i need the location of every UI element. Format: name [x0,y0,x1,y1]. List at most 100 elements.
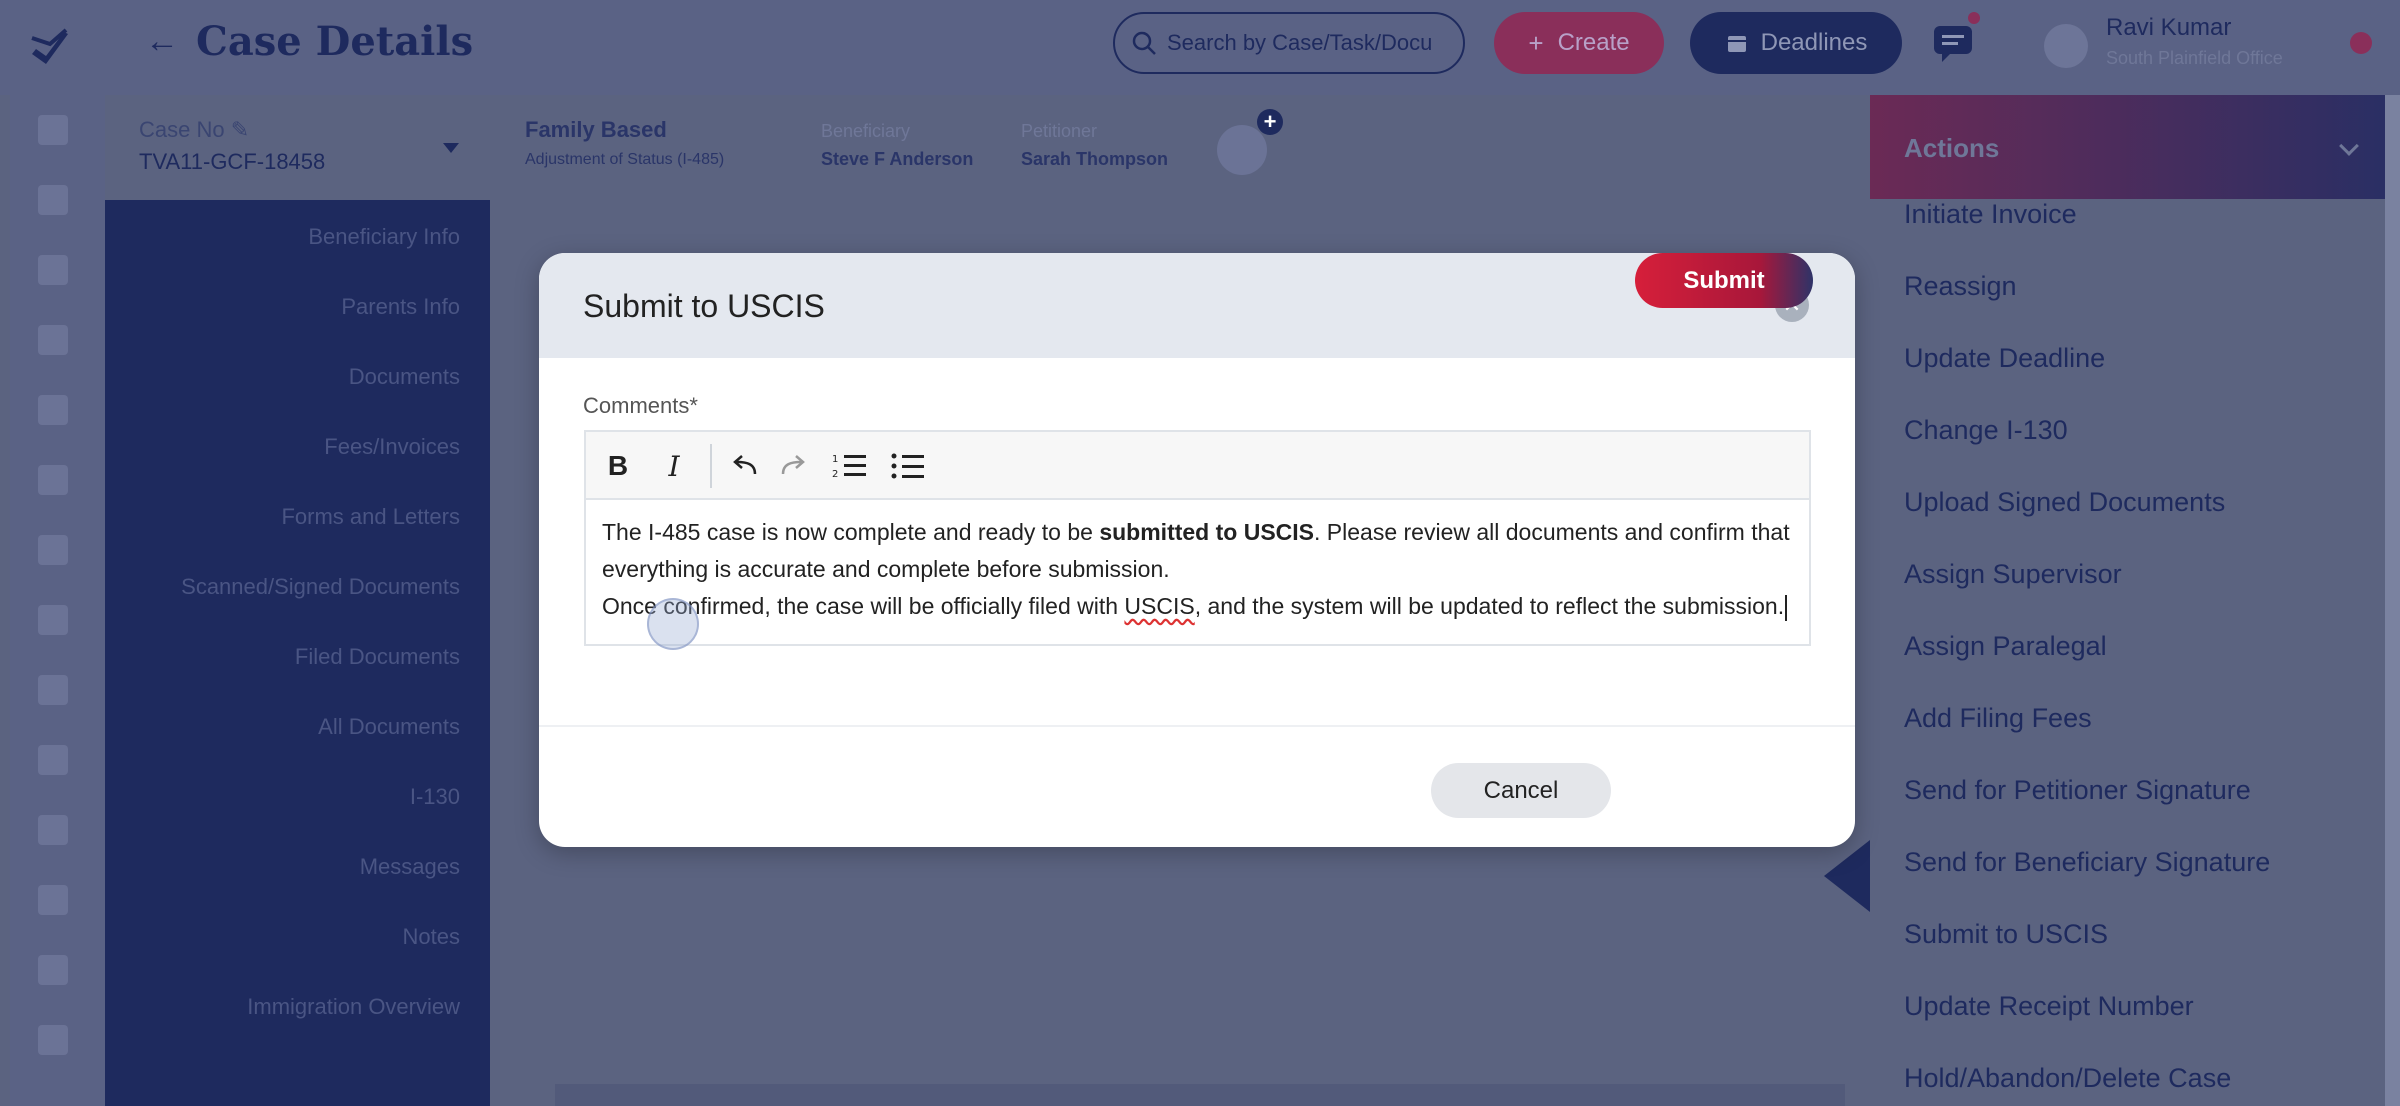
text-caret [1785,594,1788,621]
action-petitioner-signature[interactable]: Send for Petitioner Signature [1904,775,2251,806]
calendar-icon [1727,36,1746,52]
folder-icon[interactable] [38,955,68,985]
bold-icon[interactable]: B [600,446,636,486]
editor-toolbar: B I 12 [586,432,1809,500]
deadlines-button-label: Deadlines [1760,29,1868,56]
comments-label: Comments* [583,393,698,418]
case-number: TVA11-GCF-18458 [139,149,326,174]
app-logo[interactable] [26,24,74,72]
reports-icon[interactable] [38,395,68,425]
templates-icon[interactable] [38,675,68,705]
comments-text[interactable]: The I-485 case is now complete and ready… [602,514,1792,625]
action-update-deadline[interactable]: Update Deadline [1904,343,2105,374]
case-no-label: Case No ✎ [139,117,250,142]
action-update-receipt-number[interactable]: Update Receipt Number [1904,991,2194,1022]
sidebar-item-messages[interactable]: Messages [360,854,460,880]
case-sidebar: Beneficiary Info Parents Info Documents … [105,200,490,1106]
submit-uscis-dialog: Submit to USCIS ✕ Comments* B I 12 The I… [539,253,1855,847]
comments-editor[interactable]: B I 12 The I-485 case is now complete an… [584,430,1811,646]
chat-icon[interactable] [38,465,68,495]
user-menu-icon[interactable] [2350,32,2372,54]
sidebar-item-i130[interactable]: I-130 [410,784,460,810]
dialog-title: Submit to USCIS [583,288,825,324]
cancel-button[interactable]: Cancel [1431,763,1611,818]
action-change-i130[interactable]: Change I-130 [1904,415,2068,446]
sidebar-item-immigration-overview[interactable]: Immigration Overview [247,994,460,1020]
plus-icon: + [1528,27,1544,58]
numbered-list-icon[interactable]: 12 [830,446,870,486]
document-icon[interactable] [38,535,68,565]
forms-icon[interactable] [38,605,68,635]
toolbar-divider [710,444,712,488]
deadlines-button[interactable]: Deadlines [1690,12,1902,74]
action-submit-uscis[interactable]: Submit to USCIS [1904,919,2108,950]
action-beneficiary-signature[interactable]: Send for Beneficiary Signature [1904,847,2270,878]
back-arrow-icon[interactable]: ← [145,22,179,61]
user-icon[interactable] [38,815,68,845]
sidebar-item-filed-documents[interactable]: Filed Documents [295,644,460,670]
panel-pointer [1824,840,1870,912]
sidebar-item-all-documents[interactable]: All Documents [318,714,460,740]
italic-icon[interactable]: I [656,446,692,486]
case-type-title: Family Based [525,117,667,142]
add-party-icon[interactable]: + [1257,109,1283,135]
sidebar-item-documents[interactable]: Documents [349,364,460,390]
search-icon [1132,31,1156,55]
beneficiary-name: Steve F Anderson [821,149,974,169]
bullet-list-icon[interactable] [888,446,928,486]
action-upload-signed-documents[interactable]: Upload Signed Documents [1904,487,2225,518]
case-dropdown-icon[interactable] [443,143,459,153]
content-footer [555,1084,1845,1106]
user-name: Ravi Kumar [2106,14,2232,41]
hierarchy-icon[interactable] [38,325,68,355]
undo-icon[interactable] [726,446,762,486]
redo-icon[interactable] [776,446,812,486]
user-avatar[interactable] [2044,24,2088,68]
page-title: Case Details [196,18,474,65]
edit-icon[interactable]: ✎ [231,117,249,142]
top-bar: ← Case Details + Create Deadlines Ravi K… [0,0,2400,95]
comment-text-part: , and the system will be updated to refl… [1194,593,1785,619]
dialog-divider [539,725,1855,727]
search-input[interactable] [1167,30,1447,56]
team-icon[interactable] [38,885,68,915]
page-scrollbar[interactable] [2385,95,2400,1106]
action-assign-paralegal[interactable]: Assign Paralegal [1904,631,2107,662]
search-box[interactable] [1113,12,1465,74]
user-office: South Plainfield Office [2106,48,2283,68]
sidebar-item-beneficiary-info[interactable]: Beneficiary Info [308,224,460,250]
action-initiate-invoice[interactable]: Initiate Invoice [1904,199,2077,230]
sidebar-item-fees-invoices[interactable]: Fees/Invoices [324,434,460,460]
action-reassign[interactable]: Reassign [1904,271,2017,302]
sidebar-item-forms-letters[interactable]: Forms and Letters [281,504,460,530]
chevron-down-icon[interactable] [2339,136,2359,156]
sidebar-item-notes[interactable]: Notes [403,924,460,950]
svg-text:2: 2 [832,469,838,480]
actions-header[interactable]: Actions [1870,95,2385,199]
sidebar-item-scanned-signed[interactable]: Scanned/Signed Documents [181,574,460,600]
cases-icon[interactable] [38,185,68,215]
actions-panel: Actions Initiate Invoice Reassign Update… [1870,95,2385,1106]
tasks-icon[interactable] [38,255,68,285]
case-type-subtitle: Adjustment of Status (I-485) [525,151,725,168]
sidebar-item-parents-info[interactable]: Parents Info [341,294,460,320]
actions-title: Actions [1904,133,2000,163]
messages-icon[interactable] [1930,20,1976,66]
notes-icon[interactable] [38,1025,68,1055]
add-party-avatar[interactable] [1217,125,1267,175]
create-button[interactable]: + Create [1494,12,1664,74]
action-assign-supervisor[interactable]: Assign Supervisor [1904,559,2122,590]
beneficiary-label: Beneficiary [821,121,911,141]
action-add-filing-fees[interactable]: Add Filing Fees [1904,703,2092,734]
action-hold-abandon-delete[interactable]: Hold/Abandon/Delete Case [1904,1063,2231,1094]
petitioner-name: Sarah Thompson [1021,149,1169,169]
petitioner-label: Petitioner [1021,121,1098,141]
mouse-cursor-highlight [647,598,699,650]
notification-dot [1968,12,1980,24]
dashboard-icon[interactable] [38,115,68,145]
case-header: Case No ✎ TVA11-GCF-18458 Family Based A… [105,95,1870,200]
submit-button[interactable]: Submit [1635,253,1813,308]
icon-rail [10,95,105,1106]
badge-icon[interactable] [38,745,68,775]
comment-text-part: The I-485 case is now complete and ready… [602,519,1100,545]
